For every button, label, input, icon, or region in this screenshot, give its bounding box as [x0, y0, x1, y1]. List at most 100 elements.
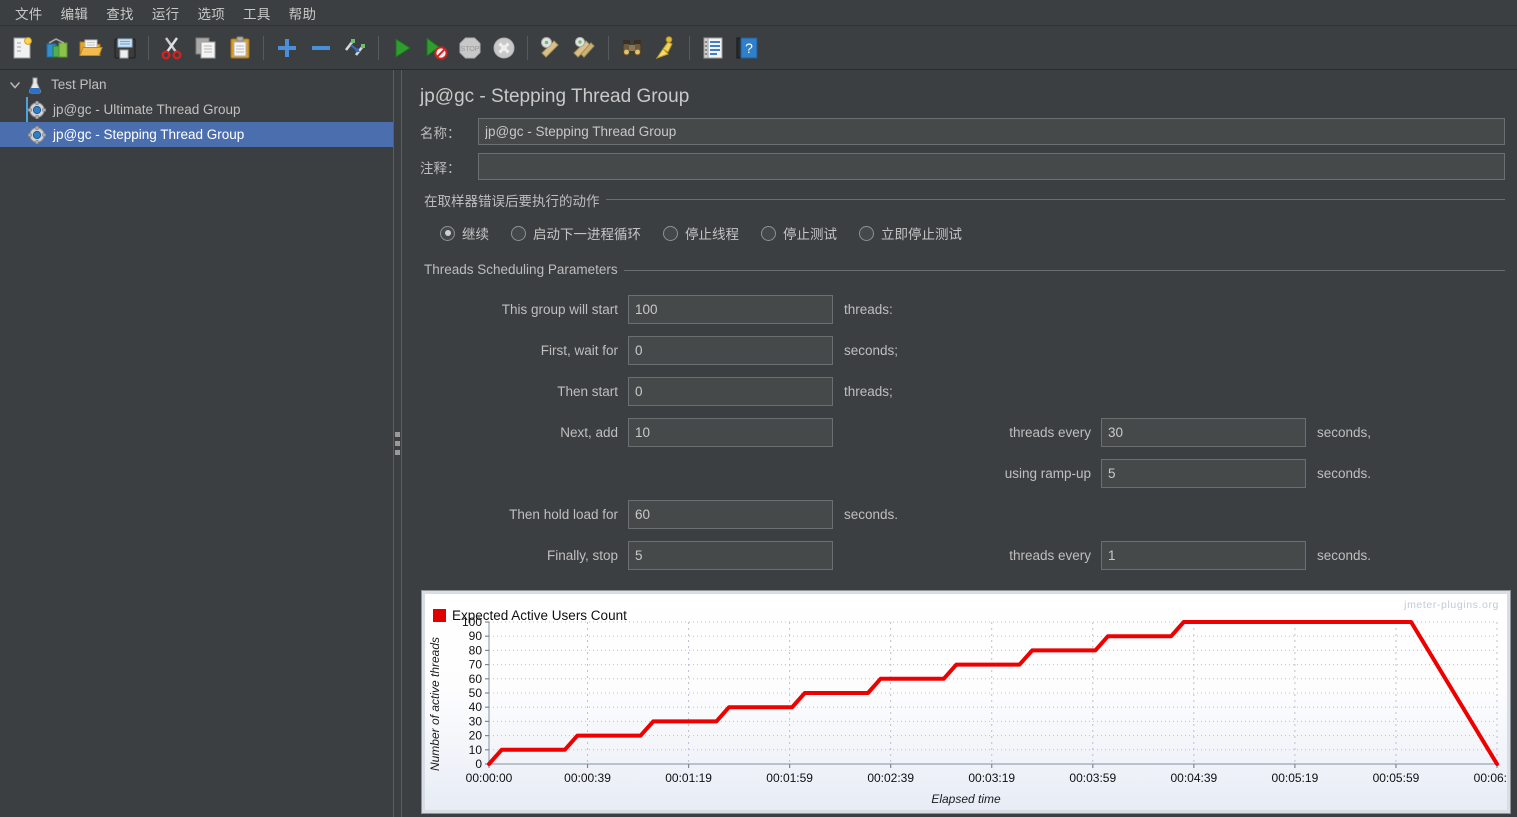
- test-plan-tree[interactable]: Test Plan jp@gc - Ultimate Thread Group …: [0, 70, 393, 817]
- svg-text:STOP: STOP: [461, 46, 480, 53]
- radio-dot-icon: [663, 225, 678, 241]
- reset-search-broom-icon[interactable]: [651, 33, 681, 63]
- row-label: Next, add: [560, 425, 618, 440]
- menu-edit[interactable]: 编辑: [52, 0, 98, 26]
- toolbar-separator: [527, 35, 528, 60]
- save-icon[interactable]: [110, 33, 140, 63]
- radio-label: 停止测试: [783, 227, 837, 242]
- help-book-icon[interactable]: ?: [732, 33, 762, 63]
- row-label: Finally, stop: [546, 548, 618, 563]
- radio-dot-icon: [859, 225, 874, 241]
- hold-load-input[interactable]: [628, 500, 833, 529]
- menu-bar: 文件 编辑 查找 运行 选项 工具 帮助: [0, 0, 1517, 26]
- sched-row-then-start: Then start threads;: [418, 371, 1505, 412]
- cut-scissors-icon[interactable]: [157, 33, 187, 63]
- row-unit-2: seconds.: [1317, 548, 1372, 563]
- collapse-minus-icon[interactable]: [306, 33, 336, 63]
- thread-group-icon: [26, 125, 48, 144]
- chart-axes: [485, 621, 1498, 768]
- threads-scheduling-group: Threads Scheduling Parameters This group…: [418, 261, 1505, 576]
- chevron-down-icon[interactable]: [6, 79, 24, 91]
- group-title: 在取样器错误后要执行的动作: [418, 190, 606, 210]
- panel-splitter[interactable]: [393, 70, 402, 817]
- row-label-2: threads every: [1009, 425, 1091, 440]
- group-body: 继续 启动下一进程循环 停止线程 停止测试 立即停止测试: [418, 211, 1505, 247]
- sched-row-hold-load: Then hold load for seconds.: [418, 494, 1505, 535]
- finally-stop-input[interactable]: [628, 541, 833, 570]
- legend-label: Expected Active Users Count: [452, 608, 627, 623]
- legend-color-swatch-icon: [433, 609, 446, 622]
- search-binoculars-icon[interactable]: [617, 33, 647, 63]
- row-label: Then hold load for: [509, 507, 618, 522]
- radio-start-next-loop[interactable]: 启动下一进程循环: [511, 223, 641, 243]
- new-file-icon[interactable]: [8, 33, 38, 63]
- then-start-input[interactable]: [628, 377, 833, 406]
- menu-search[interactable]: 查找: [97, 0, 143, 26]
- tree-node-label: Test Plan: [51, 77, 107, 92]
- sched-row-next-add: Next, add threads every seconds,: [418, 412, 1505, 453]
- tree-node-stepping-thread-group[interactable]: jp@gc - Stepping Thread Group: [0, 122, 393, 147]
- test-plan-icon: [24, 76, 46, 94]
- radio-stop-test-now[interactable]: 立即停止测试: [859, 223, 962, 243]
- chart-gridlines: [488, 621, 1498, 765]
- tree-node-ultimate-thread-group[interactable]: jp@gc - Ultimate Thread Group: [0, 97, 393, 122]
- radio-stop-thread[interactable]: 停止线程: [663, 223, 739, 243]
- radio-label: 立即停止测试: [881, 227, 962, 242]
- thread-group-icon: [26, 100, 48, 119]
- start-threads-input[interactable]: [628, 295, 833, 324]
- shutdown-icon[interactable]: [489, 33, 519, 63]
- row-unit-2: seconds,: [1317, 425, 1372, 440]
- name-field-row: 名称：: [410, 118, 1505, 145]
- stop-interval-input[interactable]: [1101, 541, 1306, 570]
- radio-label: 继续: [462, 227, 489, 242]
- name-input[interactable]: [478, 118, 1505, 145]
- clear-icon[interactable]: [536, 33, 566, 63]
- jmeter-window: 文件 编辑 查找 运行 选项 工具 帮助 STOP ? Test Plan jp…: [0, 0, 1517, 817]
- menu-run[interactable]: 运行: [143, 0, 189, 26]
- expected-users-chart-panel: Expected Active Users Count jmeter-plugi…: [421, 590, 1511, 814]
- sched-row-ramp-up: using ramp-up seconds.: [418, 453, 1505, 494]
- sched-row-start-threads: This group will start threads:: [418, 289, 1505, 330]
- tree-node-test-plan[interactable]: Test Plan: [0, 72, 393, 97]
- scheduling-rows: This group will start threads: First, wa…: [418, 279, 1505, 576]
- menu-tools[interactable]: 工具: [234, 0, 280, 26]
- name-label: 名称：: [420, 125, 461, 141]
- page-title: jp@gc - Stepping Thread Group: [420, 86, 690, 107]
- menu-file[interactable]: 文件: [6, 0, 52, 26]
- clear-all-icon[interactable]: [570, 33, 600, 63]
- toolbar: STOP ?: [0, 26, 1517, 70]
- templates-icon[interactable]: [42, 33, 72, 63]
- row-label: Then start: [557, 384, 618, 399]
- error-action-radio-group: 继续 启动下一进程循环 停止线程 停止测试 立即停止测试: [418, 223, 1505, 243]
- menu-options[interactable]: 选项: [188, 0, 234, 26]
- menu-help[interactable]: 帮助: [280, 0, 326, 26]
- stop-icon[interactable]: STOP: [455, 33, 485, 63]
- sched-row-finally-stop: Finally, stop threads every seconds.: [418, 535, 1505, 576]
- splitter-grip-icon: [395, 432, 400, 455]
- paste-clipboard-icon[interactable]: [225, 33, 255, 63]
- ramp-up-input[interactable]: [1101, 459, 1306, 488]
- row-label: First, wait for: [540, 343, 618, 358]
- radio-stop-test[interactable]: 停止测试: [761, 223, 837, 243]
- sampler-error-action-group: 在取样器错误后要执行的动作 继续 启动下一进程循环 停止线程 停止测试 立即停止…: [418, 190, 1505, 247]
- radio-continue[interactable]: 继续: [440, 223, 489, 243]
- radio-label: 停止线程: [685, 227, 739, 242]
- open-folder-icon[interactable]: [76, 33, 106, 63]
- comment-input[interactable]: [478, 153, 1505, 180]
- toolbar-separator: [378, 35, 379, 60]
- toggle-icon[interactable]: [340, 33, 370, 63]
- radio-label: 启动下一进程循环: [533, 227, 641, 242]
- group-title: Threads Scheduling Parameters: [418, 262, 624, 277]
- copy-icon[interactable]: [191, 33, 221, 63]
- first-wait-input[interactable]: [628, 336, 833, 365]
- tree-node-label: jp@gc - Ultimate Thread Group: [53, 102, 241, 117]
- expand-plus-icon[interactable]: [272, 33, 302, 63]
- toolbar-separator: [689, 35, 690, 60]
- function-helper-icon[interactable]: [698, 33, 728, 63]
- add-interval-input[interactable]: [1101, 418, 1306, 447]
- row-label-2: using ramp-up: [1004, 466, 1091, 481]
- next-add-input[interactable]: [628, 418, 833, 447]
- run-no-pauses-icon[interactable]: [421, 33, 451, 63]
- run-play-icon[interactable]: [387, 33, 417, 63]
- chart-legend[interactable]: Expected Active Users Count: [433, 608, 627, 623]
